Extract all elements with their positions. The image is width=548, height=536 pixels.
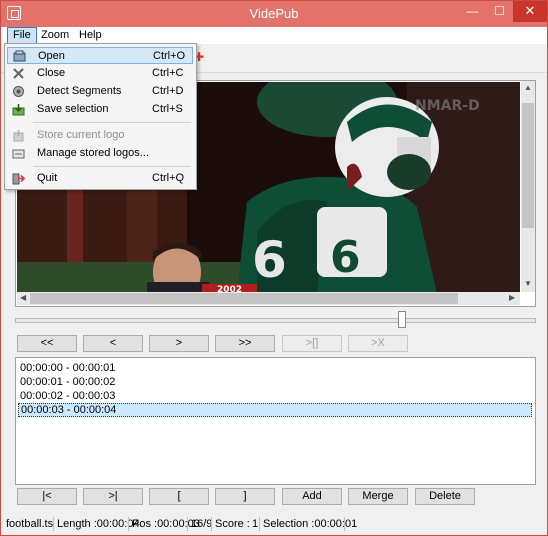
status-divider: [53, 517, 54, 531]
status-divider: [187, 517, 188, 531]
menu-help[interactable]: Help: [74, 27, 107, 44]
add-button[interactable]: Add: [282, 488, 342, 505]
video-vertical-scrollbar[interactable]: ▲ ▼: [521, 81, 535, 292]
next-segment-button[interactable]: >[]: [282, 335, 342, 352]
menu-detect-item[interactable]: Detect Segments Ctrl+D: [7, 83, 193, 100]
forward-fast-button[interactable]: >>: [215, 335, 275, 352]
menu-save-item[interactable]: Save selection Ctrl+S: [7, 101, 193, 118]
segment-row-selected[interactable]: 00:00:03 - 00:00:04: [18, 403, 532, 417]
rewind-fast-button[interactable]: <<: [17, 335, 77, 352]
mark-out-button[interactable]: ]: [215, 488, 275, 505]
segment-row[interactable]: 00:00:02 - 00:00:03: [18, 389, 532, 403]
status-aspect: 16/9: [191, 518, 213, 530]
go-start-button[interactable]: |<: [17, 488, 77, 505]
menu-separator: [33, 122, 191, 123]
file-menu-dropdown: Open Ctrl+O Close Ctrl+C Detect Segments…: [4, 43, 197, 190]
mark-in-button[interactable]: [: [149, 488, 209, 505]
save-icon: [12, 104, 25, 116]
menu-zoom[interactable]: Zoom: [36, 27, 74, 44]
horizontal-scroll-thumb[interactable]: [30, 293, 458, 304]
status-score-label: Score :: [215, 518, 250, 530]
manage-logos-icon: [12, 149, 25, 159]
scroll-down-icon[interactable]: ▼: [524, 279, 532, 288]
menu-manage-logos-label: Manage stored logos...: [37, 147, 149, 159]
status-divider: [344, 517, 345, 531]
status-divider: [211, 517, 212, 531]
next-cut-button[interactable]: >X: [348, 335, 408, 352]
video-watermark: NMAR-D: [415, 98, 480, 114]
menu-file[interactable]: File: [7, 27, 37, 44]
detect-icon: [13, 86, 24, 97]
menu-close-shortcut: Ctrl+C: [152, 67, 184, 79]
minimize-button[interactable]: —: [459, 1, 486, 22]
menu-quit-shortcut: Ctrl+Q: [152, 172, 185, 184]
scroll-up-icon[interactable]: ▲: [524, 83, 532, 92]
position-slider-track[interactable]: [15, 318, 536, 323]
status-divider: [259, 517, 260, 531]
menu-detect-shortcut: Ctrl+D: [152, 85, 184, 97]
segment-list[interactable]: 00:00:00 - 00:00:01 00:00:01 - 00:00:02 …: [15, 357, 536, 485]
open-icon: [13, 50, 26, 62]
menu-close-label: Close: [37, 67, 66, 79]
svg-text:6: 6: [330, 232, 361, 283]
video-horizontal-scrollbar[interactable]: ◀ ▶: [17, 292, 520, 305]
status-bar: football.ts Length :00:00:04 Pos :00:00:…: [1, 515, 547, 535]
status-divider: [128, 517, 129, 531]
menu-detect-label: Detect Segments: [37, 85, 122, 97]
menu-manage-logos-item[interactable]: Manage stored logos...: [7, 145, 193, 162]
step-back-button[interactable]: <: [83, 335, 143, 352]
close-icon: [13, 68, 24, 79]
menu-close-item[interactable]: Close Ctrl+C: [7, 65, 193, 82]
scroll-right-icon[interactable]: ▶: [509, 293, 515, 302]
step-forward-button[interactable]: >: [149, 335, 209, 352]
status-score-value: 1: [252, 518, 259, 530]
position-slider-thumb[interactable]: [398, 311, 406, 328]
menu-separator: [33, 166, 191, 167]
menu-bar: File Zoom Help: [1, 27, 547, 44]
menu-open-shortcut: Ctrl+O: [153, 50, 186, 62]
title-bar: VidePub — ☐ ✕: [1, 1, 547, 27]
close-window-button[interactable]: ✕: [513, 1, 547, 22]
store-logo-icon: [13, 130, 24, 142]
menu-quit-item[interactable]: Quit Ctrl+Q: [7, 170, 193, 187]
menu-store-logo-item[interactable]: Store current logo: [7, 127, 193, 144]
menu-open-label: Open: [38, 50, 65, 62]
delete-button[interactable]: Delete: [415, 488, 475, 505]
merge-button[interactable]: Merge: [348, 488, 408, 505]
segment-row[interactable]: 00:00:00 - 00:00:01: [18, 361, 532, 375]
status-filename: football.ts: [6, 518, 54, 530]
quit-icon: [12, 173, 25, 185]
menu-save-shortcut: Ctrl+S: [152, 103, 183, 115]
vertical-scroll-thumb[interactable]: [522, 103, 534, 228]
go-end-button[interactable]: >|: [83, 488, 143, 505]
menu-quit-label: Quit: [37, 172, 58, 184]
menu-open-item[interactable]: Open Ctrl+O: [7, 47, 193, 64]
scroll-left-icon[interactable]: ◀: [20, 293, 26, 302]
app-window: VidePub — ☐ ✕ File Zoom Help ✚ 6 6 2002 …: [0, 0, 548, 536]
maximize-button[interactable]: ☐: [486, 1, 513, 22]
svg-text:6: 6: [252, 231, 287, 289]
status-position: Pos :00:00:03: [132, 518, 200, 530]
menu-store-logo-label: Store current logo: [37, 129, 125, 141]
segment-row[interactable]: 00:00:01 - 00:00:02: [18, 375, 532, 389]
menu-save-label: Save selection: [37, 103, 109, 115]
